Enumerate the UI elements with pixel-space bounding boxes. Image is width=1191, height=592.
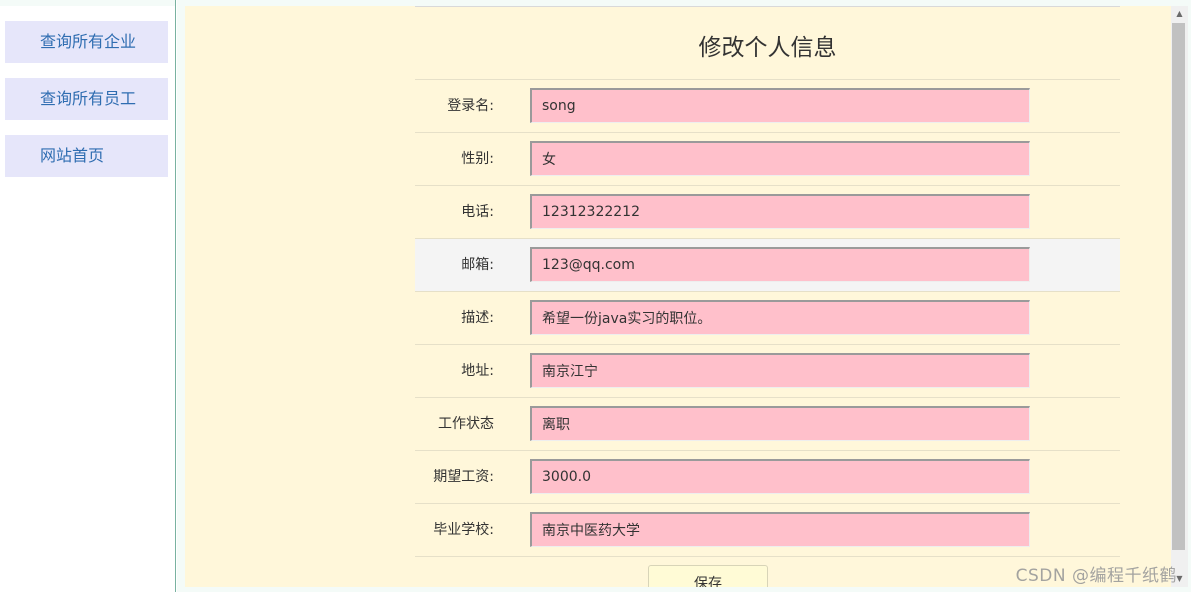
sidebar-item-query-companies[interactable]: 查询所有企业	[5, 21, 168, 63]
form-row-phone: 电话:	[415, 186, 1120, 239]
login-name-input[interactable]	[530, 88, 1030, 123]
sidebar-item-query-employees[interactable]: 查询所有员工	[5, 78, 168, 120]
main-content: 修改个人信息 登录名: 性别: 电话: 邮箱: 描述: 地	[185, 6, 1171, 587]
expected-salary-input[interactable]	[530, 459, 1030, 494]
edit-profile-form: 修改个人信息 登录名: 性别: 电话: 邮箱: 描述: 地	[415, 6, 1120, 587]
work-status-input[interactable]	[530, 406, 1030, 441]
sidebar: 查询所有企业 查询所有员工 网站首页	[0, 6, 175, 592]
school-label: 毕业学校:	[433, 522, 494, 538]
form-row-email: 邮箱:	[415, 239, 1120, 292]
scrollbar-thumb[interactable]	[1172, 23, 1185, 550]
form-row-work-status: 工作状态	[415, 398, 1120, 451]
form-row-description: 描述:	[415, 292, 1120, 345]
login-name-label: 登录名:	[447, 98, 494, 114]
right-frame: 修改个人信息 登录名: 性别: 电话: 邮箱: 描述: 地	[177, 0, 1191, 592]
work-status-label: 工作状态	[438, 416, 494, 432]
form-row-login-name: 登录名:	[415, 80, 1120, 133]
school-input[interactable]	[530, 512, 1030, 547]
vertical-scrollbar[interactable]: ▲ ▼	[1171, 6, 1188, 587]
gender-input[interactable]	[530, 141, 1030, 176]
description-input[interactable]	[530, 300, 1030, 335]
form-row-address: 地址:	[415, 345, 1120, 398]
form-actions: 保存	[415, 557, 1120, 587]
save-button[interactable]: 保存	[648, 565, 768, 587]
description-label: 描述:	[461, 310, 494, 326]
page-title: 修改个人信息	[415, 7, 1120, 80]
sidebar-item-home[interactable]: 网站首页	[5, 135, 168, 177]
expected-salary-label: 期望工资:	[433, 469, 494, 485]
form-row-school: 毕业学校:	[415, 504, 1120, 557]
gender-label: 性别:	[461, 151, 494, 167]
email-label: 邮箱:	[461, 257, 494, 273]
scroll-up-icon[interactable]: ▲	[1171, 6, 1188, 22]
left-frame: 查询所有企业 查询所有员工 网站首页	[0, 0, 176, 592]
address-label: 地址:	[461, 363, 494, 379]
form-row-gender: 性别:	[415, 133, 1120, 186]
address-input[interactable]	[530, 353, 1030, 388]
watermark: CSDN @编程千纸鹤	[1015, 566, 1177, 586]
email-input[interactable]	[530, 247, 1030, 282]
phone-input[interactable]	[530, 194, 1030, 229]
phone-label: 电话:	[461, 204, 494, 220]
form-row-expected-salary: 期望工资:	[415, 451, 1120, 504]
